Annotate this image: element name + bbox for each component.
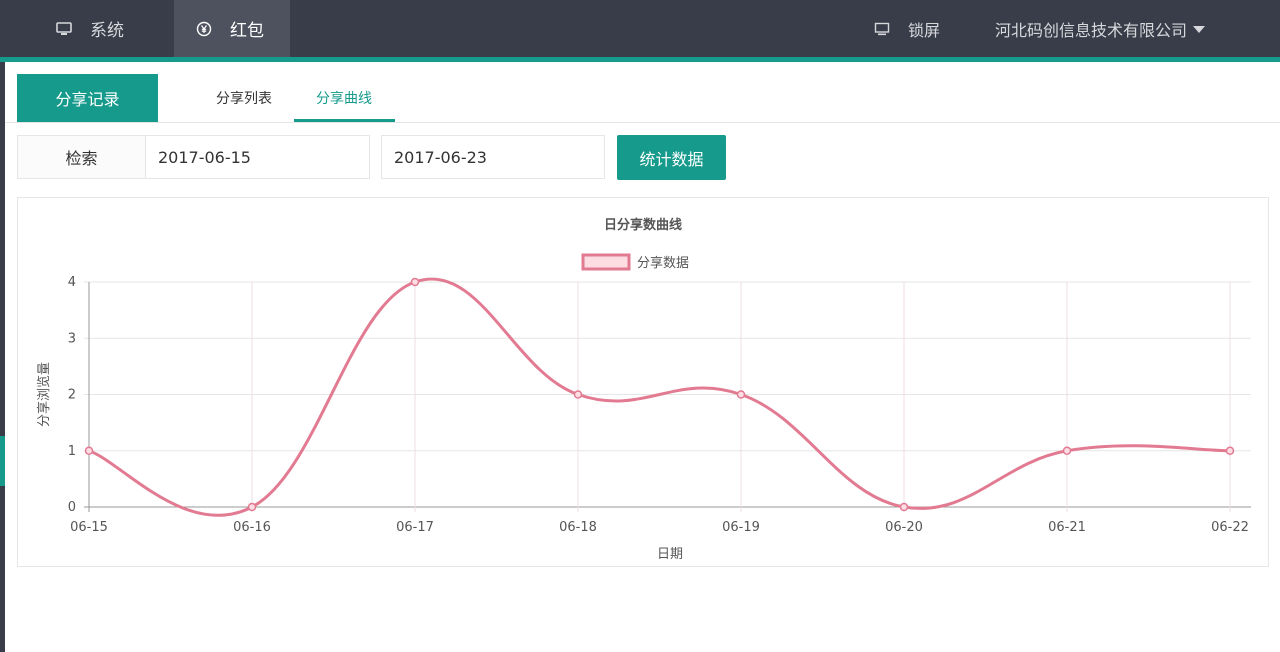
data-point xyxy=(899,502,909,512)
chevron-down-icon xyxy=(1193,26,1206,33)
top-navigation-bar: 系统 红包 锁屏 河北码创信息技术有限公司 xyxy=(0,0,1280,57)
series-line xyxy=(88,277,1231,517)
chart-title: 日分享数曲线 xyxy=(604,217,682,233)
company-name: 河北码创信息技术有限公司 xyxy=(995,20,1188,40)
lock-screen-label: 锁屏 xyxy=(908,20,941,40)
nav-item-system[interactable]: 系统 xyxy=(56,0,156,57)
x-tick-label: 06-15 xyxy=(70,520,108,535)
monitor-icon xyxy=(56,21,72,37)
data-point xyxy=(736,390,746,399)
company-menu[interactable]: 河北码创信息技术有限公司 xyxy=(995,0,1206,57)
end-date-input[interactable] xyxy=(381,135,605,179)
data-point xyxy=(247,502,257,512)
x-tick-label: 06-19 xyxy=(722,520,760,535)
nav-item-red-packet[interactable]: 红包 xyxy=(174,0,290,57)
accent-divider xyxy=(0,57,1280,62)
x-axis-title: 日期 xyxy=(657,547,683,562)
statistics-button[interactable]: 统计数据 xyxy=(617,135,726,180)
share-line-chart: 日分享数曲线分享数据 0 1 2 3 4 06-15 06-16 06-17 06-18 06-19… xyxy=(36,217,1251,562)
search-label: 检索 xyxy=(17,135,146,179)
data-point xyxy=(1062,446,1072,455)
start-date-input[interactable] xyxy=(145,135,370,179)
x-tick-label: 06-22 xyxy=(1211,520,1249,535)
x-tick-label: 06-16 xyxy=(233,520,271,535)
x-tick-label: 06-18 xyxy=(559,520,597,535)
tab-share-records[interactable]: 分享记录 xyxy=(17,74,158,122)
lock-screen-button[interactable]: 锁屏 xyxy=(874,0,940,57)
y-axis-title: 分享浏览量 xyxy=(36,362,52,427)
x-tick-label: 06-21 xyxy=(1048,520,1086,535)
y-tick-label: 2 xyxy=(68,388,76,403)
data-point xyxy=(410,277,420,287)
y-tick-label: 1 xyxy=(68,444,76,459)
screen-icon xyxy=(874,21,890,37)
data-point xyxy=(573,390,583,399)
legend-swatch xyxy=(581,253,631,271)
nav-item-label: 系统 xyxy=(90,21,124,41)
sidebar-edge xyxy=(0,62,5,652)
yen-icon xyxy=(196,21,212,37)
x-tick-label: 06-20 xyxy=(885,520,923,535)
tab-share-list[interactable]: 分享列表 xyxy=(200,74,288,122)
sidebar-edge-marker xyxy=(0,436,5,486)
tab-share-curve[interactable]: 分享曲线 xyxy=(294,74,394,122)
legend-label: 分享数据 xyxy=(637,255,689,271)
y-tick-label: 4 xyxy=(68,275,76,290)
x-tick-label: 06-17 xyxy=(396,520,434,535)
data-point xyxy=(84,446,94,455)
tab-divider xyxy=(5,122,1280,123)
y-tick-label: 0 xyxy=(68,500,76,515)
nav-item-label: 红包 xyxy=(230,21,264,41)
y-tick-label: 3 xyxy=(68,331,76,346)
data-point xyxy=(1225,446,1235,455)
chart-panel: 日分享数曲线分享数据 0 1 2 3 4 06-15 06-16 06-17 06-18 06-19… xyxy=(17,197,1269,567)
